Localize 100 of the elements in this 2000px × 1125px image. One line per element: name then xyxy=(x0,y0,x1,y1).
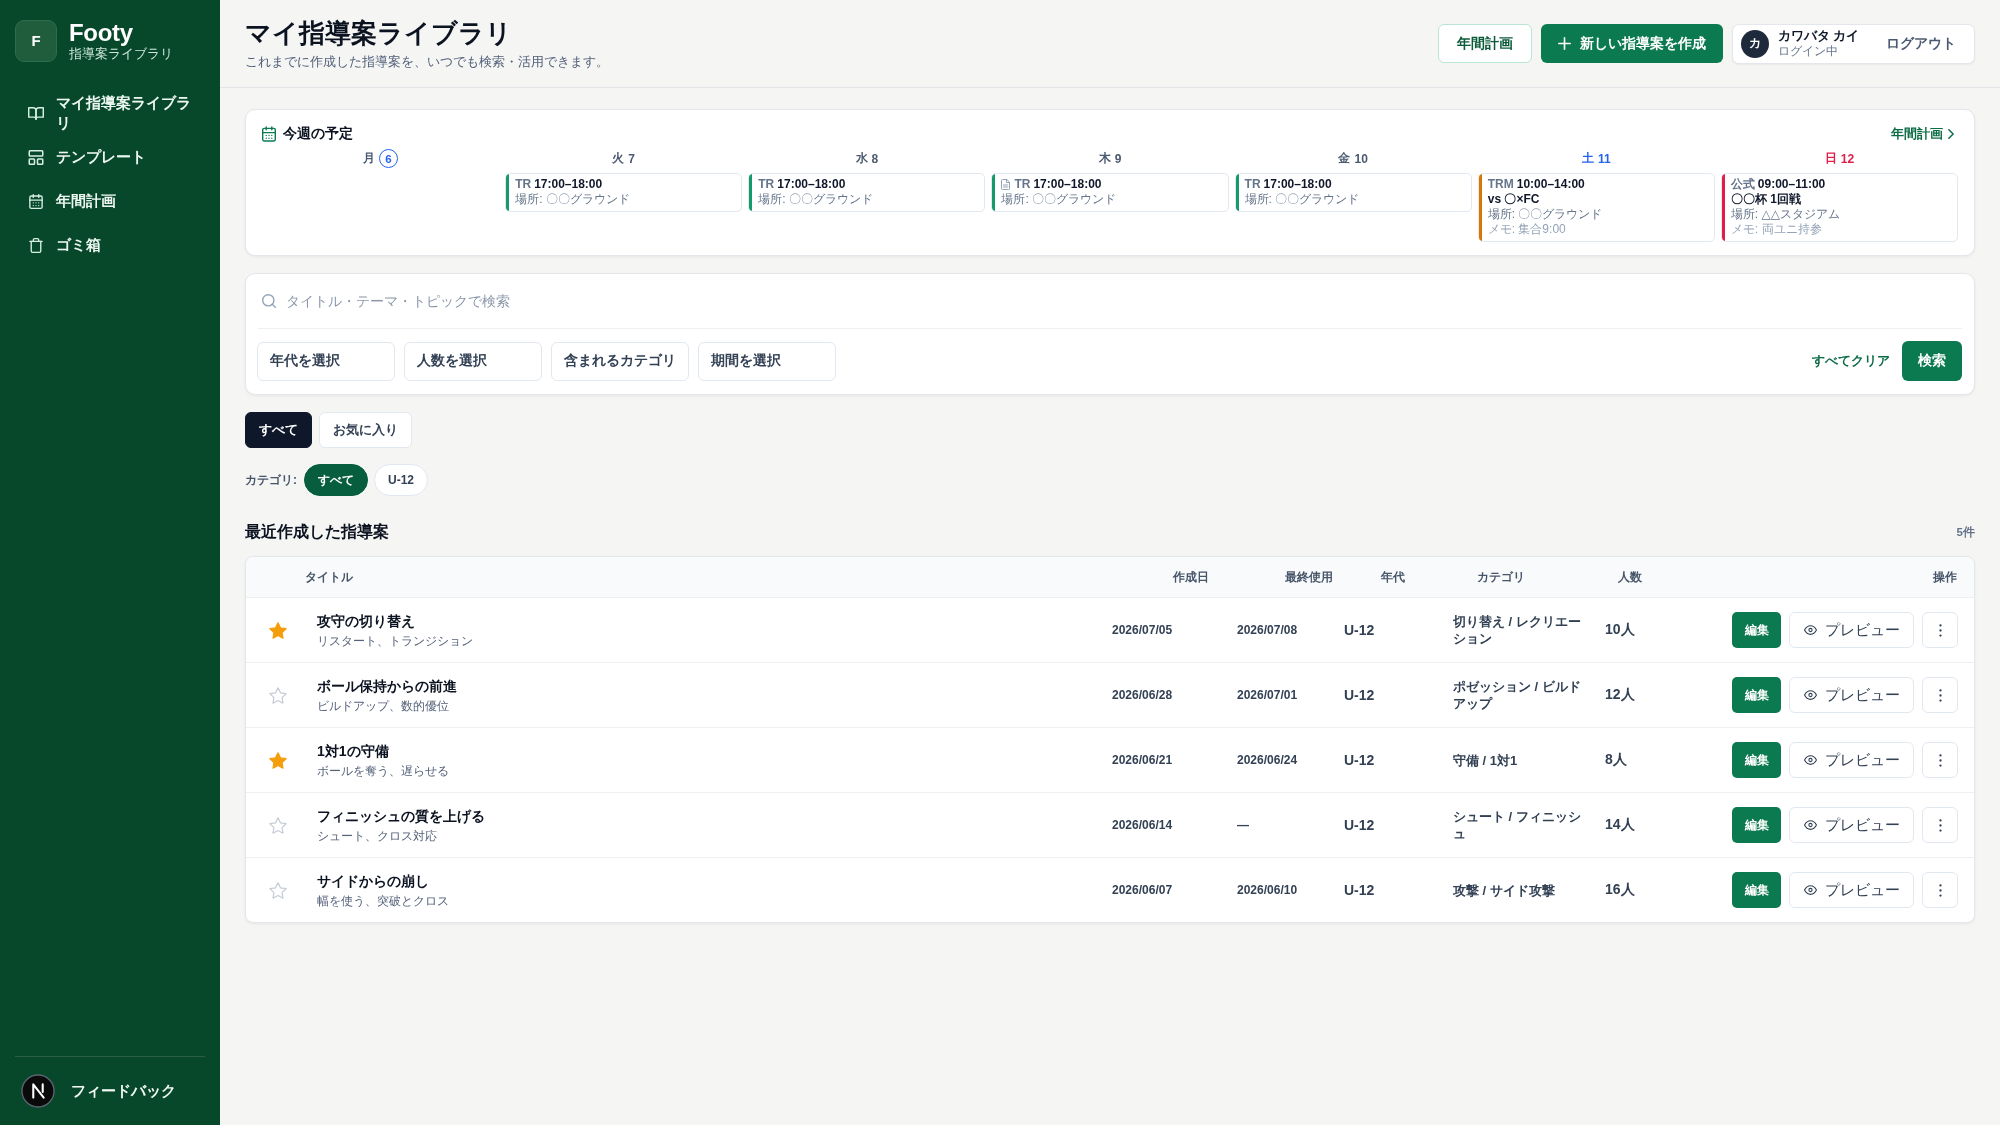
filter-select[interactable]: 人数を選択 xyxy=(404,341,542,381)
search-field[interactable]: タイトル・テーマ・トピックで検索 xyxy=(286,286,1958,316)
clear-all-link[interactable]: すべてクリア xyxy=(1812,352,1890,370)
user-avatar: カ xyxy=(1740,29,1769,58)
lesson-subtitle: ビルドアップ、数的優位 xyxy=(317,697,449,714)
plus-icon xyxy=(1557,37,1571,50)
age-group: U-12 xyxy=(1344,622,1375,638)
event-place: 場所: △△スタジアム xyxy=(1730,207,1840,222)
event-card[interactable]: TR 17:00–18:00 場所: 〇〇グラウンド xyxy=(748,173,986,212)
more-icon xyxy=(1938,753,1942,767)
created-date: 2026/06/14 xyxy=(1112,818,1173,832)
feedback-link[interactable]: フィードバック xyxy=(71,1081,176,1101)
app-tagline: 指導案ライブラリ xyxy=(69,47,173,62)
section-title: 最近作成した指導案 xyxy=(245,521,389,542)
logo-tile: F xyxy=(15,19,57,62)
preview-button[interactable]: プレビュー xyxy=(1789,872,1914,908)
event-type: TR xyxy=(1244,177,1261,192)
eye-icon xyxy=(1803,625,1817,635)
player-count: 12人 xyxy=(1605,686,1635,704)
more-icon xyxy=(1938,883,1942,897)
age-group: U-12 xyxy=(1344,882,1375,898)
event-time: 17:00–18:00 xyxy=(1263,177,1332,192)
eye-icon xyxy=(1803,755,1817,765)
search-button[interactable]: 検索 xyxy=(1902,341,1962,381)
more-button[interactable] xyxy=(1922,677,1958,713)
lesson-title[interactable]: フィニッシュの質を上げる xyxy=(317,806,485,825)
event-title: vs 〇×FC xyxy=(1487,192,1540,207)
date-label: 11 xyxy=(1597,151,1611,166)
event-time: 17:00–18:00 xyxy=(534,177,603,192)
player-count: 8人 xyxy=(1605,751,1627,769)
lesson-title[interactable]: ボール保持からの前進 xyxy=(317,676,457,695)
filter-select[interactable]: 含まれるカテゴリ xyxy=(551,341,689,381)
filter-tab[interactable]: お気に入り xyxy=(319,412,412,448)
edit-button[interactable]: 編集 xyxy=(1732,612,1781,648)
last-used-date: 2026/06/10 xyxy=(1237,883,1298,897)
category-text: 守備 / 1対1 xyxy=(1453,751,1518,769)
event-card[interactable]: TR 17:00–18:00 場所: 〇〇グラウンド xyxy=(505,173,743,212)
annual-plan-link[interactable]: 年間計画 xyxy=(1891,125,1954,143)
player-count: 16人 xyxy=(1605,881,1635,899)
category-chip[interactable]: すべて xyxy=(304,464,368,496)
sidebar-item[interactable]: ゴミ箱 xyxy=(15,223,205,267)
category-text: 攻撃 / サイド攻撃 xyxy=(1453,881,1555,899)
layout-icon xyxy=(28,149,44,165)
sidebar-item[interactable]: テンプレート xyxy=(15,135,205,179)
filter-tab[interactable]: すべて xyxy=(245,412,312,448)
created-date: 2026/06/28 xyxy=(1112,688,1173,702)
eye-icon xyxy=(1803,885,1817,895)
category-text: シュート / フィニッシュ xyxy=(1453,808,1582,842)
edit-button[interactable]: 編集 xyxy=(1732,677,1781,713)
event-type: TRM xyxy=(1487,177,1514,192)
event-time: 09:00–11:00 xyxy=(1757,177,1826,192)
sidebar-item[interactable]: マイ指導案ライブラリ xyxy=(15,91,205,135)
more-button[interactable] xyxy=(1922,807,1958,843)
filter-select[interactable]: 年代を選択 xyxy=(257,341,395,381)
category-text: ポゼッション / ビルドアップ xyxy=(1453,678,1582,712)
more-button[interactable] xyxy=(1922,872,1958,908)
edit-button[interactable]: 編集 xyxy=(1732,872,1781,908)
player-count: 14人 xyxy=(1605,816,1635,834)
eye-icon xyxy=(1803,820,1817,830)
page-subtitle: これまでに作成した指導案を、いつでも検索・活用できます。 xyxy=(245,52,609,71)
event-place: 場所: 〇〇グラウンド xyxy=(1001,192,1117,207)
weekday-label: 土 xyxy=(1581,150,1594,167)
lesson-subtitle: ボールを奪う、遅らせる xyxy=(317,762,449,779)
age-group: U-12 xyxy=(1344,817,1375,833)
event-title: 〇〇杯 1回戦 xyxy=(1730,192,1801,207)
event-type: TR xyxy=(1014,177,1031,192)
preview-button[interactable]: プレビュー xyxy=(1789,612,1914,648)
more-button[interactable] xyxy=(1922,742,1958,778)
event-card[interactable]: 公式 09:00–11:00 〇〇杯 1回戦 場所: △△スタジアム メモ: 両ユニ持参 xyxy=(1720,173,1958,242)
edit-button[interactable]: 編集 xyxy=(1732,742,1781,778)
preview-button[interactable]: プレビュー xyxy=(1789,807,1914,843)
eye-icon xyxy=(1803,690,1817,700)
event-time: 17:00–18:00 xyxy=(1033,177,1102,192)
edit-button[interactable]: 編集 xyxy=(1732,807,1781,843)
last-used-date: 2026/07/08 xyxy=(1237,623,1298,637)
logout-link[interactable]: ログアウト xyxy=(1886,34,1956,53)
event-card[interactable]: TR 17:00–18:00 場所: 〇〇グラウンド xyxy=(991,173,1229,212)
sidebar-item[interactable]: 年間計画 xyxy=(15,179,205,223)
preview-button[interactable]: プレビュー xyxy=(1789,742,1914,778)
filter-select[interactable]: 期間を選択 xyxy=(698,341,836,381)
event-card[interactable]: TR 17:00–18:00 場所: 〇〇グラウンド xyxy=(1234,173,1472,212)
more-icon xyxy=(1938,688,1942,702)
date-label: 10 xyxy=(1354,151,1368,166)
date-label: 7 xyxy=(628,151,636,166)
preview-button[interactable]: プレビュー xyxy=(1789,677,1914,713)
create-button[interactable]: 新しい指導案を作成 xyxy=(1540,24,1723,63)
lesson-title[interactable]: 1対1の守備 xyxy=(317,741,389,760)
age-group: U-12 xyxy=(1344,752,1375,768)
column-header: 最終使用 xyxy=(1285,568,1333,586)
more-button[interactable] xyxy=(1922,612,1958,648)
event-card[interactable]: TRM 10:00–14:00 vs 〇×FC 場所: 〇〇グラウンド メモ: 集合9:00 xyxy=(1477,173,1715,242)
lesson-title[interactable]: サイドからの崩し xyxy=(317,871,429,890)
column-header: 年代 xyxy=(1381,568,1405,586)
login-status: ログイン中 xyxy=(1777,44,1839,58)
category-chip[interactable]: U-12 xyxy=(374,464,428,496)
event-time: 10:00–14:00 xyxy=(1516,177,1585,192)
logo-icon xyxy=(21,1074,55,1108)
annual-plan-button[interactable]: 年間計画 xyxy=(1437,24,1532,63)
lesson-title[interactable]: 攻守の切り替え xyxy=(317,611,415,630)
event-memo: メモ: 集合9:00 xyxy=(1487,222,1566,237)
